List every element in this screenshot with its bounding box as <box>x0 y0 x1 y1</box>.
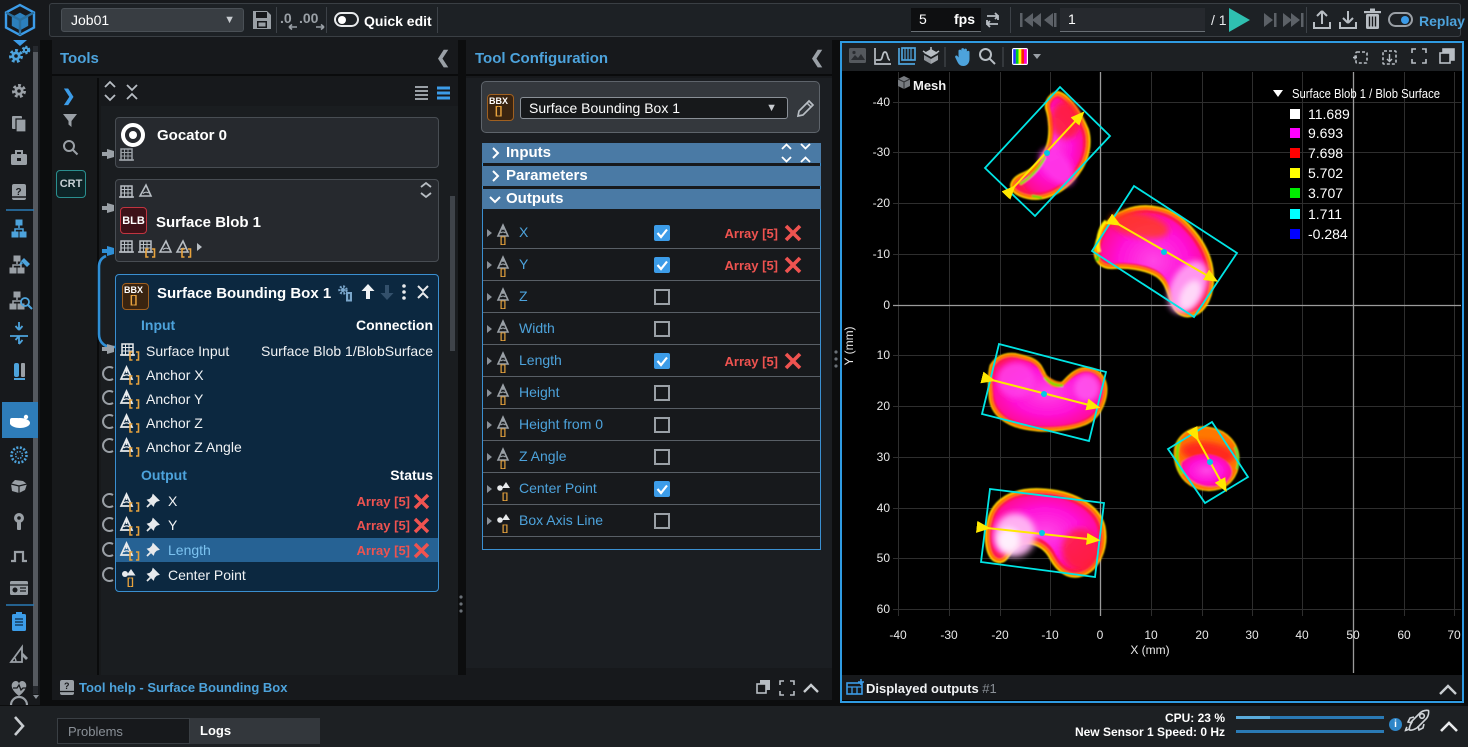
svg-text:5.702: 5.702 <box>1308 165 1343 181</box>
svg-text:-40: -40 <box>889 628 907 642</box>
svg-text:50: 50 <box>1346 628 1360 642</box>
svg-text:-20: -20 <box>873 196 891 210</box>
svg-text:70: 70 <box>1447 628 1461 642</box>
svg-text:Mesh: Mesh <box>913 78 946 93</box>
svg-text:Y (mm): Y (mm) <box>842 326 856 365</box>
svg-text:?: ? <box>64 681 70 691</box>
svg-text:7.698: 7.698 <box>1308 145 1343 161</box>
svg-text:20: 20 <box>877 399 891 413</box>
svg-text:Surface Blob 1 / Blob Surface: Surface Blob 1 / Blob Surface <box>1292 86 1440 101</box>
svg-text:-0.284: -0.284 <box>1308 226 1348 242</box>
svg-text:40: 40 <box>877 501 891 515</box>
svg-text:0: 0 <box>883 298 890 312</box>
svg-text:60: 60 <box>1397 628 1411 642</box>
svg-text:-30: -30 <box>940 628 958 642</box>
svg-text:30: 30 <box>877 450 891 464</box>
svg-text:30: 30 <box>1245 628 1259 642</box>
svg-text:[]: [] <box>346 291 352 301</box>
svg-text:-40: -40 <box>873 95 891 109</box>
svg-text:1.711: 1.711 <box>1308 206 1342 222</box>
svg-text:9.693: 9.693 <box>1308 125 1343 141</box>
svg-text:60: 60 <box>877 602 891 616</box>
svg-text:10: 10 <box>1144 628 1158 642</box>
svg-text:-20: -20 <box>991 628 1009 642</box>
svg-text:-10: -10 <box>873 247 891 261</box>
svg-text:10: 10 <box>877 348 891 362</box>
svg-text:-10: -10 <box>1041 628 1059 642</box>
svg-text:3.707: 3.707 <box>1308 185 1343 201</box>
svg-text:50: 50 <box>877 551 891 565</box>
svg-text:X (mm): X (mm) <box>1130 643 1169 657</box>
svg-text:11.689: 11.689 <box>1308 106 1350 122</box>
svg-text:0: 0 <box>1097 628 1104 642</box>
svg-text:40: 40 <box>1295 628 1309 642</box>
svg-text:-30: -30 <box>873 145 891 159</box>
svg-text:[]: [] <box>127 577 134 588</box>
svg-text:20: 20 <box>1195 628 1209 642</box>
